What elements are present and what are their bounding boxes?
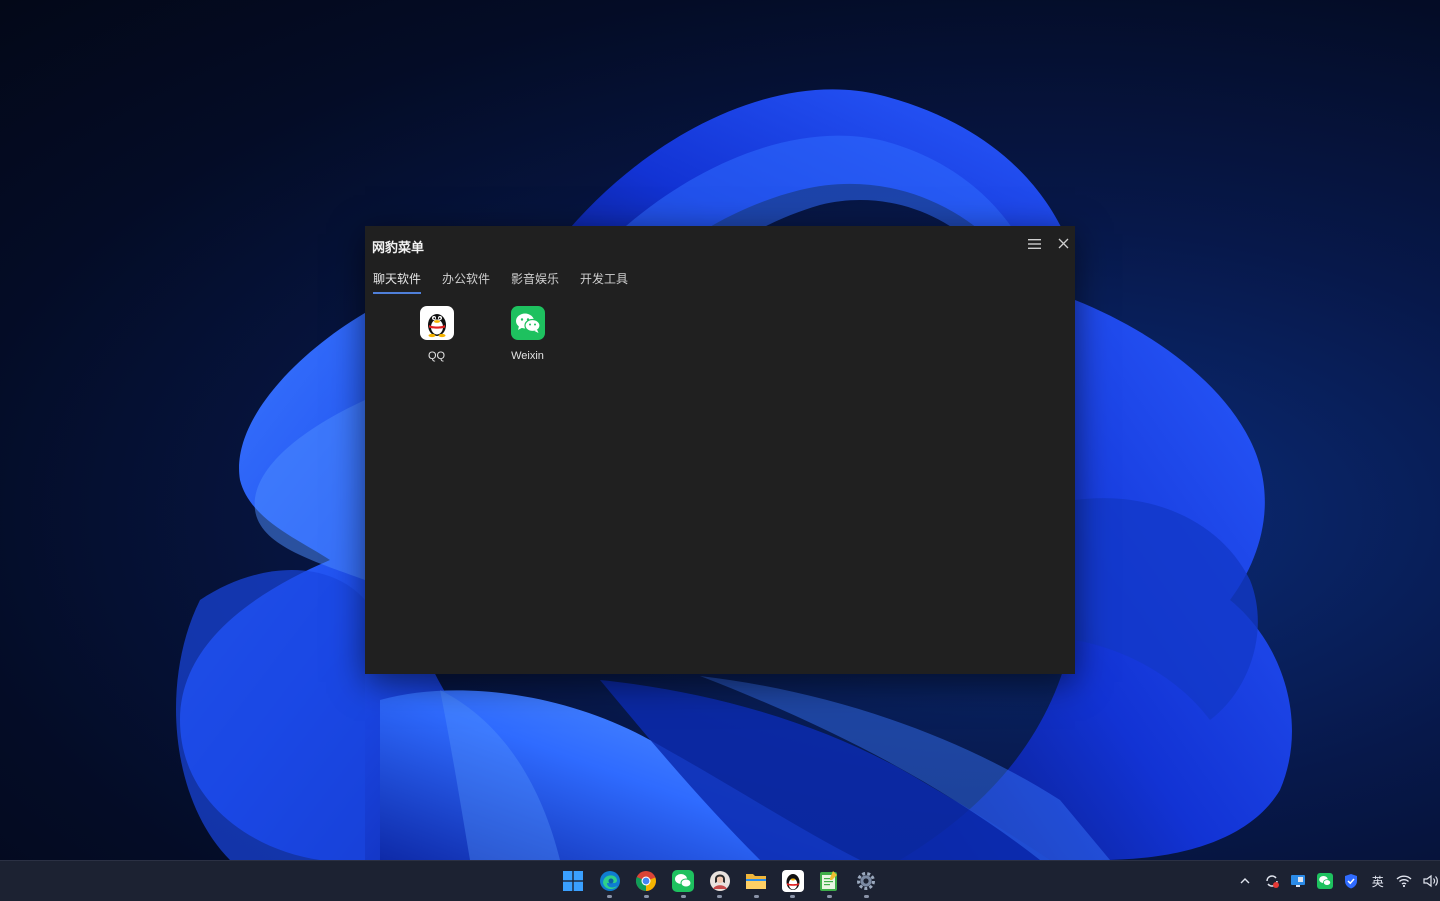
wechat-tray-icon	[1317, 873, 1333, 889]
taskbar-edge[interactable]	[592, 861, 629, 901]
windows-logo-icon	[563, 871, 583, 891]
system-tray: 英	[1232, 861, 1440, 901]
start-button[interactable]	[555, 861, 592, 901]
tray-sync[interactable]	[1259, 861, 1286, 901]
taskbar-notepad-app[interactable]	[811, 861, 848, 901]
taskbar-avatar-app[interactable]	[701, 861, 738, 901]
menu-button[interactable]	[1025, 235, 1045, 253]
running-indicator	[754, 895, 759, 898]
app-label-weixin: Weixin	[511, 350, 544, 362]
app-window: 网豹菜单 聊天软件 办公软件 影音娱乐 开发工具	[365, 226, 1075, 674]
tab-office-software[interactable]: 办公软件	[442, 270, 490, 294]
app-tile-weixin[interactable]: Weixin	[482, 306, 573, 370]
taskbar-wechat[interactable]	[665, 861, 702, 901]
tab-dev-tools[interactable]: 开发工具	[580, 270, 628, 294]
chrome-icon	[635, 870, 657, 892]
sync-icon	[1264, 873, 1280, 889]
avatar-app-icon	[709, 870, 731, 892]
category-tabs: 聊天软件 办公软件 影音娱乐 开发工具	[373, 270, 649, 294]
security-shield-icon	[1343, 873, 1359, 889]
remote-desktop-icon	[1290, 873, 1306, 889]
app-tile-qq[interactable]: QQ	[391, 306, 482, 370]
gear-icon	[855, 870, 877, 892]
language-indicator[interactable]: 英	[1365, 861, 1392, 901]
app-label-qq: QQ	[428, 350, 445, 362]
tray-wifi[interactable]	[1391, 861, 1418, 901]
edge-icon	[599, 870, 621, 892]
title-bar[interactable]: 网豹菜单	[365, 226, 1075, 264]
tab-media-entertainment[interactable]: 影音娱乐	[511, 270, 559, 294]
taskbar-settings[interactable]	[848, 861, 885, 901]
taskbar-file-explorer[interactable]	[738, 861, 775, 901]
wechat-icon	[511, 306, 545, 340]
close-icon	[1053, 235, 1073, 253]
taskbar: 英	[0, 860, 1440, 901]
hamburger-menu-icon	[1025, 235, 1045, 253]
wechat-icon	[672, 870, 694, 892]
tray-remote-desktop[interactable]	[1285, 861, 1312, 901]
tray-security[interactable]	[1338, 861, 1365, 901]
window-title: 网豹菜单	[372, 237, 424, 256]
taskbar-chrome[interactable]	[628, 861, 665, 901]
close-button[interactable]	[1053, 235, 1073, 253]
volume-icon	[1423, 874, 1439, 888]
taskbar-qq[interactable]	[775, 861, 812, 901]
running-indicator	[790, 895, 795, 898]
running-indicator	[681, 895, 686, 898]
tray-wechat[interactable]	[1312, 861, 1339, 901]
running-indicator	[717, 895, 722, 898]
running-indicator	[827, 895, 832, 898]
app-grid: QQ Weixin	[391, 306, 573, 370]
chevron-up-icon	[1239, 876, 1251, 886]
tray-volume[interactable]	[1418, 861, 1440, 901]
tab-chat-software[interactable]: 聊天软件	[373, 270, 421, 294]
show-hidden-icons-button[interactable]	[1232, 861, 1259, 901]
running-indicator	[864, 895, 869, 898]
qq-penguin-icon	[420, 306, 454, 340]
taskbar-pinned-apps	[555, 861, 884, 901]
notepad-icon	[819, 870, 839, 892]
running-indicator	[644, 895, 649, 898]
folder-icon	[745, 871, 767, 891]
qq-penguin-icon	[782, 870, 804, 892]
wifi-icon	[1396, 874, 1412, 888]
running-indicator	[607, 895, 612, 898]
